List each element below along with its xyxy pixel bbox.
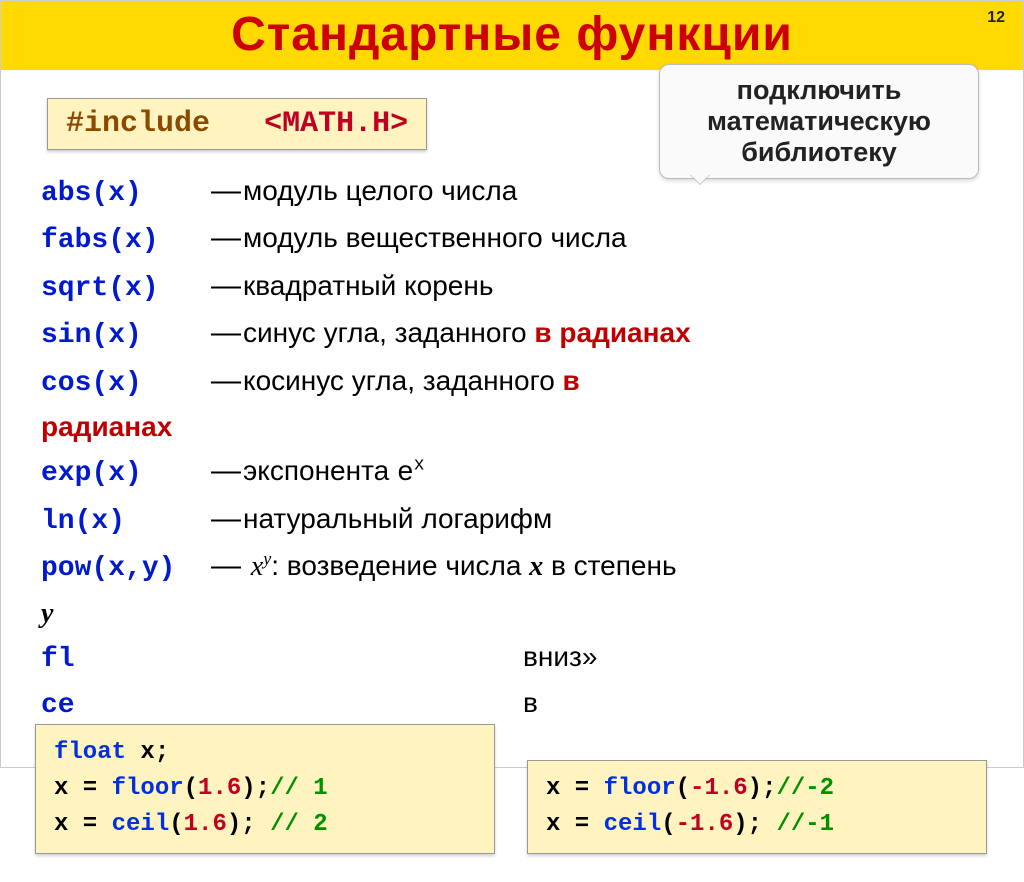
fn-pow: pow(x,y) bbox=[41, 547, 209, 590]
fn-exp: exp(x) bbox=[41, 452, 209, 495]
fn-fabs: fabs(x) bbox=[41, 219, 209, 262]
fn-cos: cos(x) bbox=[41, 362, 209, 405]
hidden-lines: flвниз» ceв bbox=[41, 635, 983, 728]
include-directive: #include <MATH.H> bbox=[47, 98, 427, 150]
codebox-right: x = floor(-1.6);//-2 x = ceil(-1.6); //-… bbox=[527, 760, 987, 854]
title-bar: Стандартные функции bbox=[1, 1, 1023, 70]
slide-content: подключить математическую библиотеку #in… bbox=[1, 70, 1023, 882]
include-keyword: #include bbox=[66, 107, 210, 141]
codebox-left: float x; x = floor(1.6);// 1 x = ceil(1.… bbox=[35, 724, 495, 854]
slide-number: 12 bbox=[987, 9, 1005, 27]
radians-wrap: радианах bbox=[41, 411, 172, 442]
fn-sqrt: sqrt(x) bbox=[41, 267, 209, 310]
include-header: <MATH.H> bbox=[264, 107, 408, 141]
slide-title: Стандартные функции bbox=[1, 7, 1023, 62]
code-examples: float x; x = floor(1.6);// 1 x = ceil(1.… bbox=[41, 722, 983, 882]
callout-box: подключить математическую библиотеку bbox=[659, 64, 979, 179]
fn-sin: sin(x) bbox=[41, 314, 209, 357]
fn-ln: ln(x) bbox=[41, 500, 209, 543]
function-list: abs(x)—модуль целого числа fabs(x)—модул… bbox=[41, 168, 983, 728]
y-tail: y bbox=[41, 598, 53, 629]
fn-abs: abs(x) bbox=[41, 172, 209, 215]
